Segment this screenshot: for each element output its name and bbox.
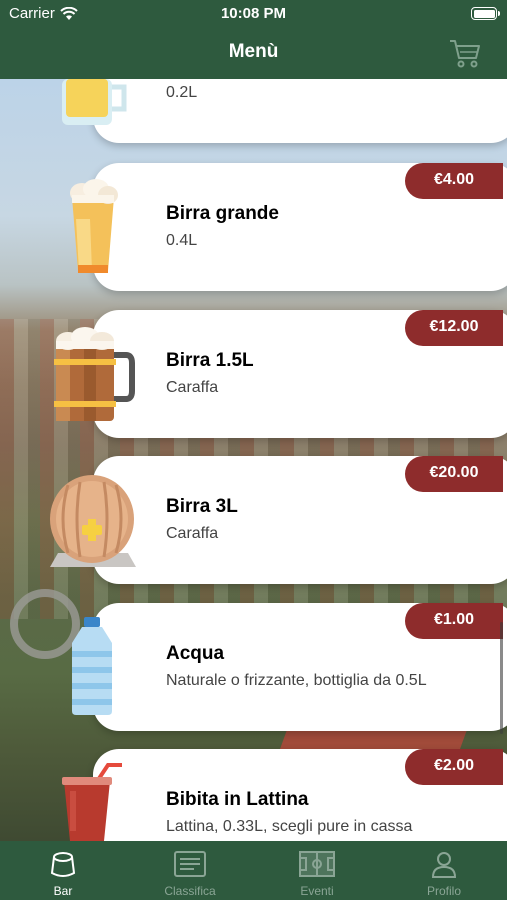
- tab-label-classifica: Classifica: [164, 884, 216, 898]
- price-badge: €12.00: [405, 310, 503, 346]
- menu-item-card[interactable]: €1.00 Acqua Naturale o frizzante, bottig…: [93, 603, 507, 731]
- cart-icon[interactable]: [449, 38, 481, 68]
- item-name: Birra grande: [166, 203, 279, 224]
- tab-label-eventi: Eventi: [300, 884, 334, 898]
- tab-bar[interactable]: Bar: [0, 841, 126, 900]
- tab-bar: Bar Classifica Eventi Profilo: [0, 841, 507, 900]
- beer-mug-icon: [54, 327, 135, 421]
- soda-cup-icon: [62, 763, 122, 841]
- clock: 10:08 PM: [220, 5, 287, 22]
- scroll-indicator[interactable]: [500, 622, 503, 734]
- menu-item-card[interactable]: €20.00 Birra 3L Caraffa: [93, 456, 507, 584]
- item-description: Caraffa: [166, 525, 219, 542]
- item-description: 0.4L: [166, 232, 198, 249]
- item-name: Birra 1.5L: [166, 350, 254, 371]
- user-icon: [431, 852, 457, 878]
- beer-barrel-icon: [50, 475, 136, 567]
- item-description: Caraffa: [166, 379, 219, 396]
- bar-cup-icon: [50, 852, 76, 877]
- tab-label-bar: Bar: [53, 884, 73, 898]
- soccer-field-icon: [299, 851, 335, 877]
- item-description: Lattina, 0.33L, scegli pure in cassa: [166, 818, 413, 835]
- item-description: Naturale o frizzante, bottiglia da 0.5L: [166, 672, 427, 689]
- price-badge: €2.00: [405, 749, 503, 785]
- tab-classifica[interactable]: Classifica: [127, 841, 253, 900]
- item-name: Acqua: [166, 643, 225, 664]
- small-beer-icon: [62, 79, 127, 125]
- tab-eventi[interactable]: Eventi: [254, 841, 380, 900]
- item-name: Birra 3L: [166, 496, 238, 517]
- leaderboard-icon: [174, 851, 206, 877]
- menu-item-card[interactable]: €4.00 Birra grande 0.4L: [93, 163, 507, 291]
- top-bar: Carrier 10:08 PM Menù: [0, 0, 507, 79]
- menu-item-card[interactable]: €12.00 Birra 1.5L Caraffa: [93, 310, 507, 438]
- tab-profilo[interactable]: Profilo: [381, 841, 507, 900]
- price-badge: €1.00: [405, 603, 503, 639]
- price-badge: €4.00: [405, 163, 503, 199]
- battery-icon: [471, 7, 500, 20]
- menu-list[interactable]: 0.2L €4.00 Birra grande 0.4L €12.00 Birr…: [0, 15, 507, 877]
- page-title: Menù: [228, 41, 279, 62]
- tab-label-profilo: Profilo: [426, 884, 461, 898]
- item-name: Bibita in Lattina: [166, 789, 309, 810]
- price-badge: €20.00: [405, 456, 503, 492]
- tall-beer-glass-icon: [70, 179, 118, 273]
- status-bar: Carrier 10:08 PM: [0, 0, 507, 28]
- item-description: 0.2L: [166, 84, 198, 101]
- water-bottle-icon: [72, 617, 112, 715]
